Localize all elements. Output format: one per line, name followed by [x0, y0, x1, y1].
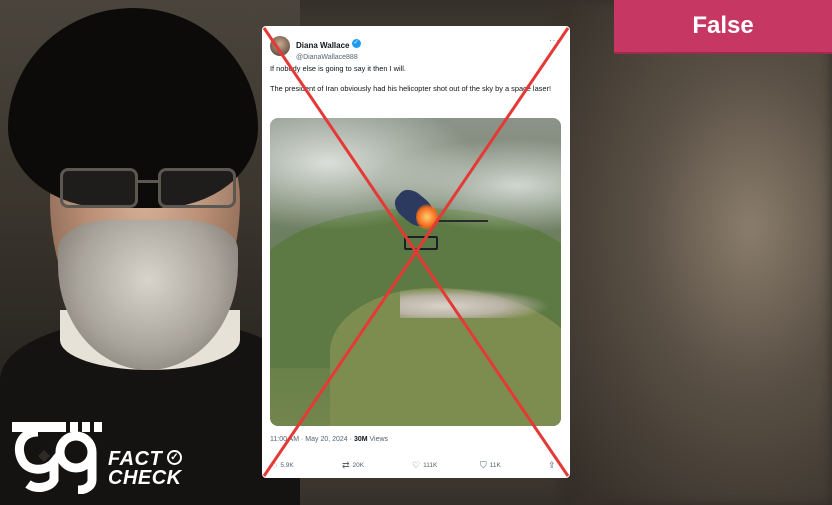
verdict-badge: False: [614, 0, 832, 54]
heart-icon: ♡: [412, 460, 421, 470]
verified-badge-icon: ✓: [351, 39, 361, 49]
retweet-count: 20K: [352, 461, 365, 469]
logo-mark-icon: [12, 422, 102, 495]
bookmark-count: 11K: [489, 461, 501, 469]
share-button[interactable]: ⇪: [548, 460, 556, 470]
verdict-label: False: [692, 12, 754, 39]
fact-check-logo: FACT CHECK ✓: [10, 414, 190, 495]
views-count: 30M: [353, 436, 368, 443]
like-count: 111K: [423, 461, 438, 469]
tweet-text-line: If nobody else is going to say it then I…: [270, 64, 406, 73]
reply-icon: ◌: [272, 460, 278, 470]
checkmark-icon: ✓: [167, 450, 182, 465]
avatar[interactable]: [270, 36, 290, 56]
tweet-text: If nobody else is going to say it then I…: [270, 64, 560, 94]
tweet-card: Diana Wallace ✓ @DianaWallace888 ··· If n…: [262, 26, 570, 478]
tweet-header: Diana Wallace ✓ @DianaWallace888 ···: [270, 34, 562, 61]
tweet-metadata: 11:00 AM · May 20, 2024 · 30M Views: [270, 436, 388, 443]
blurred-portrait-right: [560, 0, 832, 505]
reply-count: 5.9K: [280, 461, 294, 469]
logo-line-check: CHECK: [108, 467, 182, 489]
more-options-icon[interactable]: ···: [549, 36, 560, 45]
share-icon: ⇪: [548, 460, 556, 470]
tweet-actions: ◌ 5.9K ⇄ 20K ♡ 111K ⛉ 11K ⇪: [270, 460, 562, 474]
bookmark-icon: ⛉: [480, 460, 487, 470]
retweet-button[interactable]: ⇄ 20K: [342, 460, 364, 470]
eyeglasses: [60, 168, 240, 212]
helicopter-graphic: [388, 184, 488, 258]
author-handle[interactable]: @DianaWallace888: [296, 54, 361, 61]
tweet-text-line: The president of Iran obviously had his …: [270, 84, 552, 93]
views-label: Views: [369, 436, 389, 443]
reply-button[interactable]: ◌ 5.9K: [272, 460, 294, 470]
tweet-media-image[interactable]: [270, 118, 561, 426]
like-button[interactable]: ♡ 111K: [412, 460, 437, 470]
fire-graphic: [416, 204, 438, 230]
bookmark-button[interactable]: ⛉ 11K: [480, 460, 501, 470]
author-name[interactable]: Diana Wallace: [296, 41, 350, 50]
retweet-icon: ⇄: [342, 460, 350, 470]
tweet-timestamp[interactable]: 11:00 AM · May 20, 2024 ·: [270, 436, 352, 443]
